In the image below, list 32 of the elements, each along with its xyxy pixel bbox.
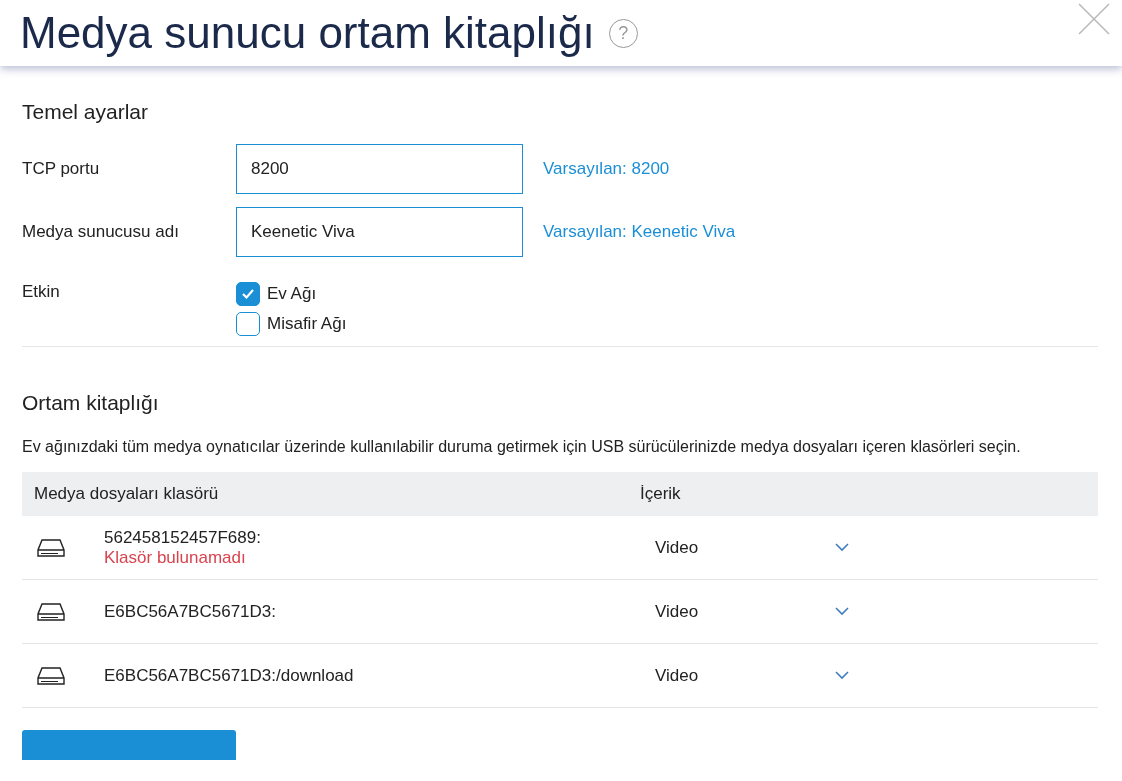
checkbox-label: Misafir Ağı: [267, 314, 347, 334]
chevron-down-icon[interactable]: [835, 671, 849, 680]
column-header: Medya dosyaları klasörü: [34, 484, 220, 504]
input-field[interactable]: 8200: [236, 144, 523, 194]
close-icon[interactable]: [1078, 3, 1110, 35]
default-hint: Varsayılan: 8200: [543, 159, 670, 179]
description-text: Ev ağınızdaki tüm medya oynatıcılar üzerinde kullanılabilir duruma getirmek için USB sürücülerinizde medya dosyaları içeren klasörleri seçin.: [22, 437, 1022, 457]
content-type-dropdown[interactable]: Video: [655, 601, 835, 622]
section-heading: Temel ayarlar: [22, 100, 150, 124]
field-label: Etkin: [22, 282, 61, 303]
content-type-dropdown[interactable]: Video: [655, 537, 835, 558]
content-type-dropdown[interactable]: Video: [655, 665, 835, 686]
chevron-down-icon[interactable]: [835, 543, 849, 552]
default-hint: Varsayılan: Keenetic Viva: [543, 222, 736, 242]
field-label: Medya sunucusu adı: [22, 222, 180, 242]
checkbox[interactable]: [236, 282, 260, 306]
drive-icon: [36, 537, 66, 558]
folder-path: E6BC56A7BC5671D3:: [104, 601, 277, 622]
error-text: Klasör bulunamadı: [104, 547, 247, 568]
section-heading: Ortam kitaplığı: [22, 391, 160, 415]
check-icon: [241, 288, 255, 300]
chevron-down-icon[interactable]: [835, 607, 849, 616]
checkbox-label: Ev Ağı: [267, 284, 317, 304]
folder-path: E6BC56A7BC5671D3:/download: [104, 665, 355, 686]
folder-path: 562458152457F689:: [104, 527, 262, 548]
window-title: Medya sunucu ortam kitaplığı: [20, 8, 595, 58]
drive-icon: [36, 665, 66, 686]
column-header: İçerik: [640, 484, 681, 504]
field-label: TCP portu: [22, 159, 101, 179]
checkbox[interactable]: [236, 312, 260, 336]
input-field[interactable]: Keenetic Viva: [236, 207, 523, 257]
drive-icon: [36, 601, 66, 622]
